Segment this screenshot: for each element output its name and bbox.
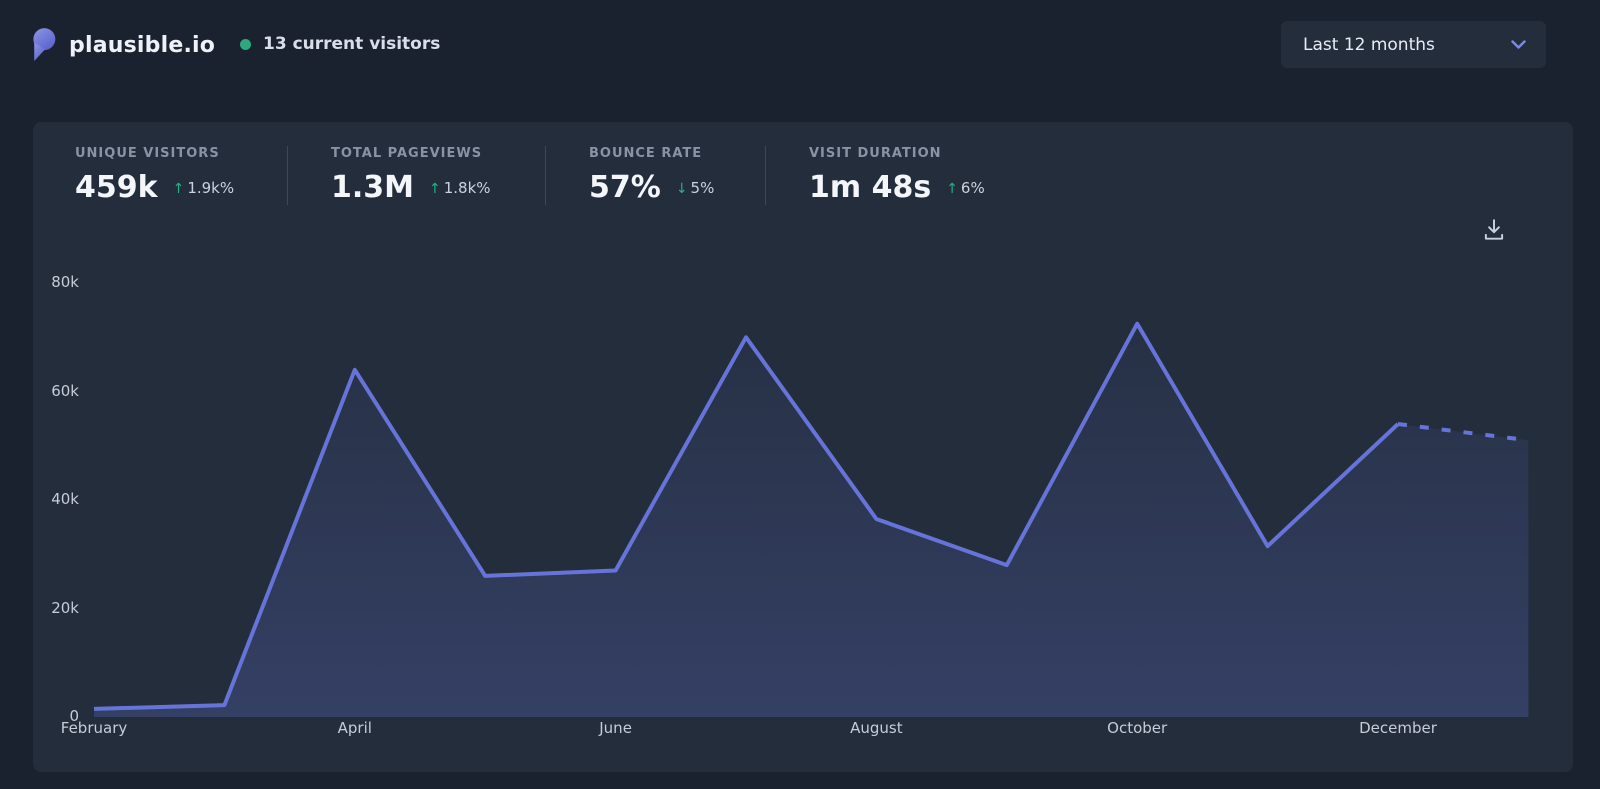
stat-total-pageviews[interactable]: TOTAL PAGEVIEWS 1.3M ↑ 1.8k% bbox=[287, 146, 545, 205]
site-brand[interactable]: plausible.io bbox=[30, 27, 215, 63]
x-axis-tick-label: August bbox=[850, 719, 903, 737]
stat-label: VISIT DURATION bbox=[809, 146, 942, 161]
stat-value: 459k bbox=[75, 170, 158, 205]
arrow-up-icon: ↑ bbox=[946, 180, 958, 197]
current-visitors[interactable]: 13 current visitors bbox=[240, 34, 440, 54]
site-title: plausible.io bbox=[69, 32, 216, 58]
x-axis-tick-label: February bbox=[60, 719, 128, 737]
chevron-down-icon bbox=[1511, 39, 1526, 50]
y-axis-tick-label: 60k bbox=[51, 381, 79, 400]
stat-label: UNIQUE VISITORS bbox=[75, 146, 220, 161]
stat-bounce-rate[interactable]: BOUNCE RATE 57% ↓ 5% bbox=[545, 146, 765, 205]
plausible-logo-icon bbox=[30, 27, 57, 63]
live-dot-icon bbox=[240, 38, 251, 50]
stat-change: ↑ 6% bbox=[946, 178, 985, 197]
date-range-select[interactable]: Last 12 months bbox=[1281, 21, 1546, 68]
current-visitors-label: 13 current visitors bbox=[263, 34, 441, 54]
arrow-down-icon: ↓ bbox=[675, 180, 688, 197]
stat-visit-duration[interactable]: VISIT DURATION 1m 48s ↑ 6% bbox=[765, 146, 1028, 205]
download-icon[interactable] bbox=[1476, 214, 1512, 248]
stat-value: 57% bbox=[589, 170, 661, 205]
chart-canvas[interactable] bbox=[33, 122, 1573, 772]
y-axis-tick-label: 20k bbox=[51, 598, 79, 617]
stat-change: ↑ 1.9k% bbox=[172, 178, 235, 197]
x-axis-tick-label: October bbox=[1107, 719, 1168, 737]
visitors-chart[interactable]: 0 20k 40k 60k 80k February April June August Oct… bbox=[33, 122, 1573, 772]
y-axis-tick-label: 40k bbox=[51, 490, 79, 508]
stat-value: 1.3M bbox=[331, 170, 414, 205]
analytics-card: 0 20k 40k 60k 80k February April June August Oct… bbox=[33, 122, 1573, 772]
stat-change: ↓ 5% bbox=[675, 178, 715, 197]
stat-label: TOTAL PAGEVIEWS bbox=[331, 146, 483, 161]
stats-row: UNIQUE VISITORS 459k ↑ 1.9k% TOTAL PAGEVI… bbox=[33, 146, 1028, 205]
x-axis-tick-label: April bbox=[337, 719, 372, 737]
date-range-value: Last 12 months bbox=[1303, 34, 1435, 55]
stat-change: ↑ 1.8k% bbox=[429, 178, 491, 197]
stat-unique-visitors[interactable]: UNIQUE VISITORS 459k ↑ 1.9k% bbox=[33, 146, 287, 205]
arrow-up-icon: ↑ bbox=[172, 180, 185, 197]
x-axis-tick-label: December bbox=[1359, 719, 1437, 737]
y-axis-tick-label: 80k bbox=[51, 273, 79, 291]
arrow-up-icon: ↑ bbox=[429, 180, 441, 197]
x-axis-tick-label: June bbox=[599, 719, 632, 737]
stat-label: BOUNCE RATE bbox=[589, 146, 703, 161]
top-header: plausible.io 13 current visitors Last 12… bbox=[0, 0, 1600, 90]
stat-value: 1m 48s bbox=[809, 170, 932, 205]
